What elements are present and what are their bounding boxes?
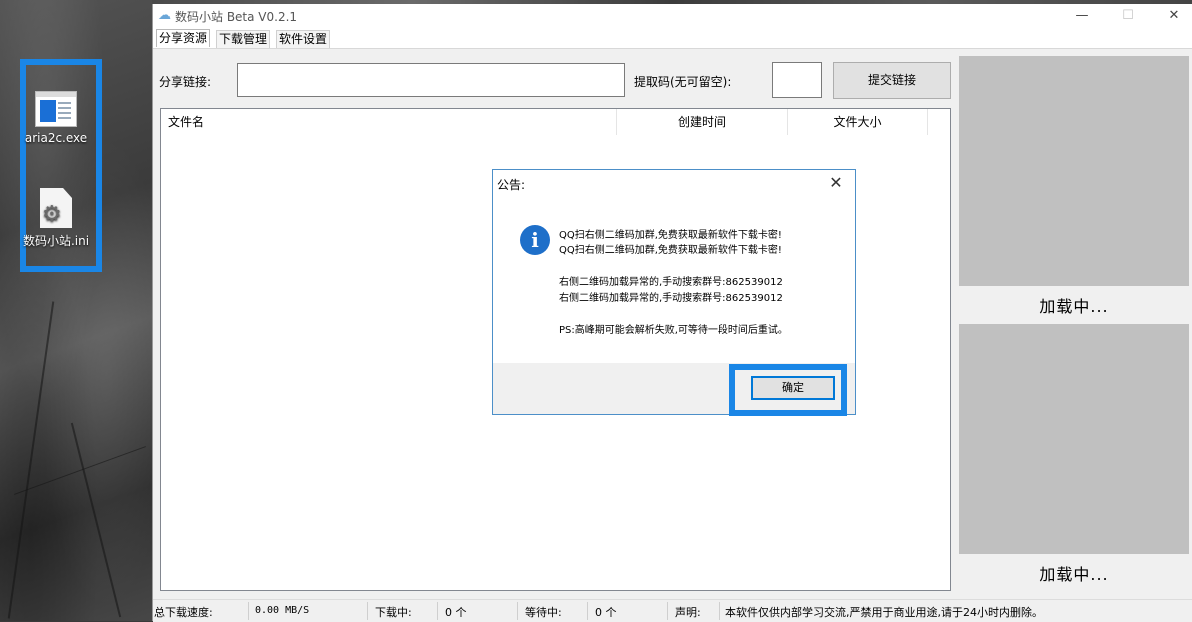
exe-file-icon: [35, 91, 77, 127]
tab-download-manager[interactable]: 下载管理: [216, 30, 271, 48]
tab-settings[interactable]: 软件设置: [276, 30, 331, 48]
dialog-title: 公告:: [497, 178, 526, 192]
downloading-label: 下载中:: [375, 606, 412, 619]
share-link-label: 分享链接:: [159, 75, 212, 89]
column-header-file-size[interactable]: 文件大小: [788, 109, 928, 135]
announcement-dialog: 公告: ✕ i QQ扫右侧二维码加群,免费获取最新软件下载卡密! QQ扫右侧二维…: [492, 169, 856, 416]
desktop-icon-ini[interactable]: ⚙ 数码小站.ini: [16, 188, 96, 249]
waiting-label: 等待中:: [525, 606, 562, 619]
qr-code-panel: [959, 324, 1189, 554]
desktop-icon-aria2c[interactable]: aria2c.exe: [16, 91, 96, 145]
dialog-message-line: QQ扫右侧二维码加群,免费获取最新软件下载卡密!: [559, 230, 782, 241]
notice-label: 声明:: [675, 606, 701, 619]
downloading-count: 0 个: [445, 606, 467, 619]
speed-label: 总下载速度:: [154, 606, 213, 619]
dialog-message-line: QQ扫右侧二维码加群,免费获取最新软件下载卡密!: [559, 245, 782, 256]
submit-link-button[interactable]: 提交链接: [833, 62, 951, 99]
ok-button[interactable]: 确定: [751, 376, 835, 400]
status-bar: 总下载速度: 0.00 MB/S 下载中: 0 个 等待中: 0 个 声明: 本…: [153, 599, 1192, 622]
desktop-icon-label: aria2c.exe: [24, 131, 88, 145]
title-bar: ☁ 数码小站 Beta V0.2.1 — ☐ ✕: [153, 4, 1192, 28]
speed-value: 0.00 MB/S: [255, 605, 310, 616]
qr-loading-text: 加载中...: [1039, 297, 1109, 316]
dialog-message-line: 右侧二维码加载异常的,手动搜索群号:862539012: [559, 293, 783, 304]
extract-code-input[interactable]: [772, 62, 822, 98]
maximize-button[interactable]: ☐: [1113, 6, 1143, 26]
close-window-button[interactable]: ✕: [1159, 6, 1189, 26]
close-icon[interactable]: ✕: [823, 172, 849, 194]
share-link-input[interactable]: [237, 63, 625, 97]
extract-code-label: 提取码(无可留空):: [634, 75, 732, 89]
desktop-icon-label: 数码小站.ini: [22, 234, 90, 248]
info-icon: i: [520, 225, 550, 255]
ini-settings-file-icon: ⚙: [40, 188, 72, 228]
dialog-message-line: PS:高峰期可能会解析失败,可等待一段时间后重试。: [559, 325, 788, 336]
dialog-message-line: 右侧二维码加载异常的,手动搜索群号:862539012: [559, 277, 783, 288]
minimize-button[interactable]: —: [1067, 6, 1097, 26]
column-header-created-time[interactable]: 创建时间: [617, 109, 788, 135]
window-title: 数码小站 Beta V0.2.1: [175, 10, 298, 24]
column-header-filename[interactable]: 文件名: [161, 109, 617, 135]
tab-bar: 分享资源 下载管理 软件设置: [153, 28, 1192, 49]
waiting-count: 0 个: [595, 606, 617, 619]
qr-loading-text: 加载中...: [1039, 565, 1109, 584]
notice-text: 本软件仅供内部学习交流,严禁用于商业用途,请于24小时内删除。: [725, 606, 1043, 619]
qr-code-panel: [959, 56, 1189, 286]
cloud-app-icon: ☁: [158, 8, 171, 23]
tab-share-resources[interactable]: 分享资源: [156, 29, 211, 47]
